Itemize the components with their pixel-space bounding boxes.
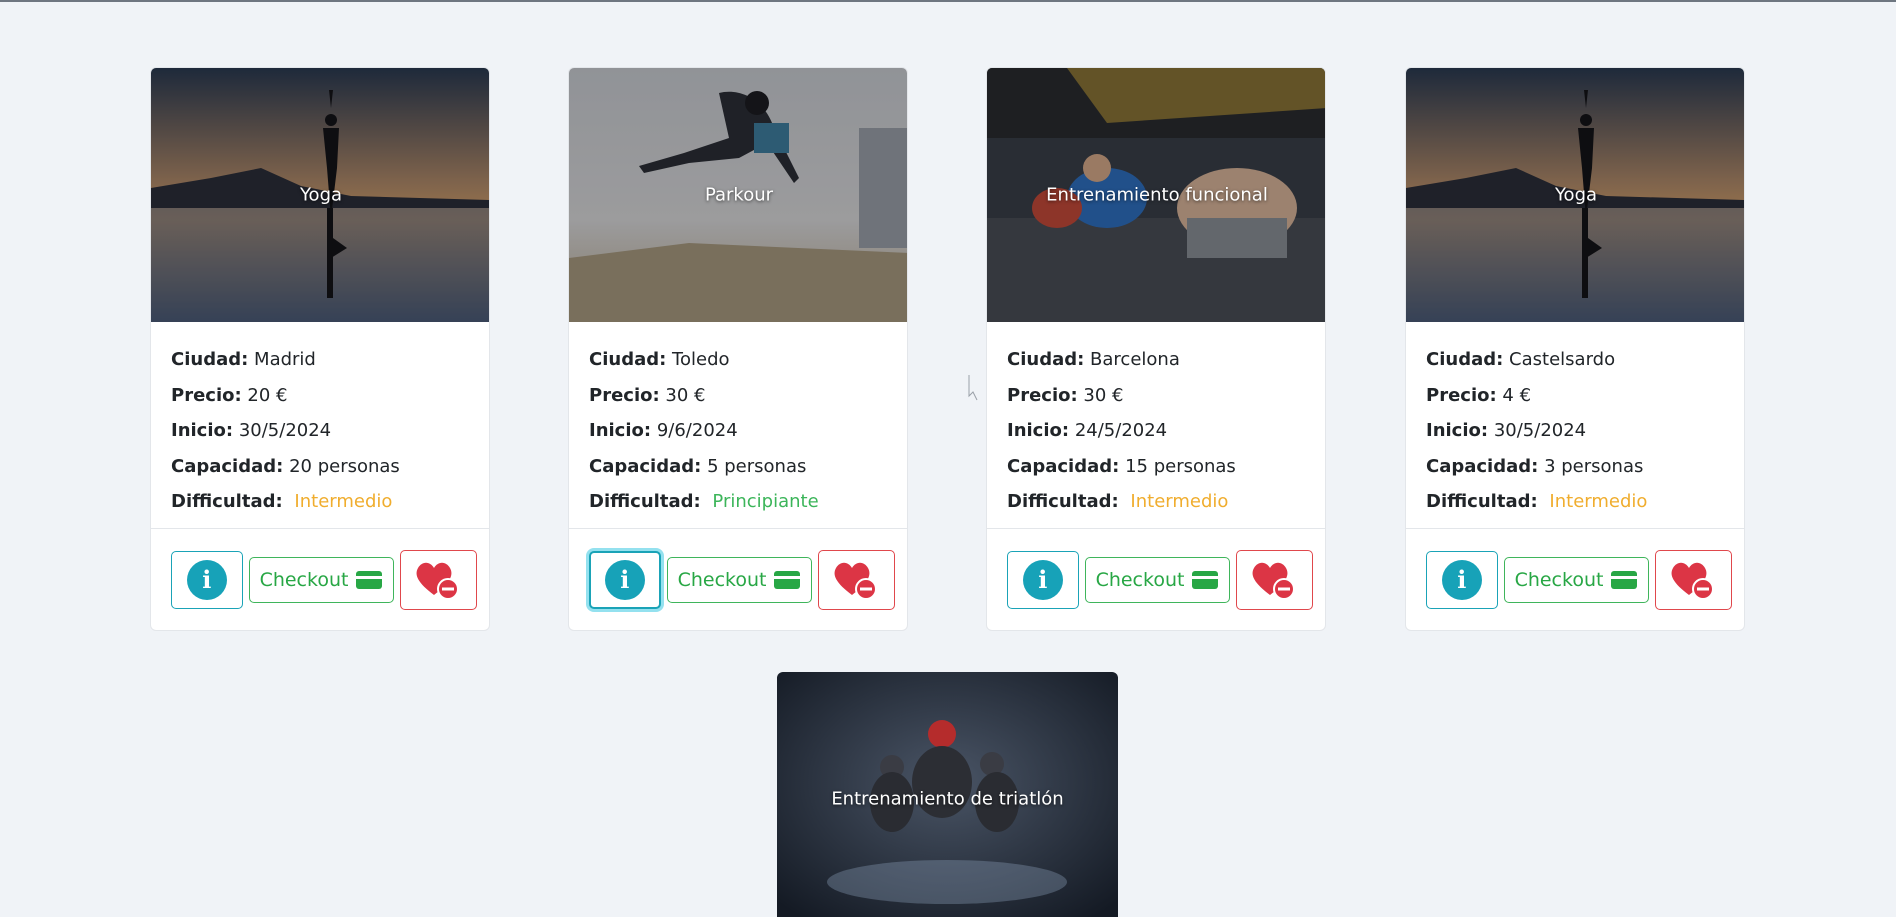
- info-button[interactable]: i: [171, 550, 243, 609]
- info-icon: i: [1022, 559, 1063, 600]
- detail-inicio: Inicio: 30/5/2024: [1426, 420, 1587, 441]
- checkout-label: Checkout: [1514, 568, 1604, 591]
- detail-precio: Precio: 30 €: [1007, 384, 1124, 406]
- detail-capacidad: Capacidad: 20 personas: [171, 455, 400, 477]
- activity-card-funcional-barcelona: Entrenamiento funcional Ciudad: Barcelon…: [986, 67, 1326, 631]
- card-title: Yoga: [1554, 184, 1598, 206]
- detail-precio: Precio: 30 €: [589, 384, 706, 406]
- activity-card-yoga-madrid: Yoga Ciudad: Madrid Precio: 20 € Inicio:…: [150, 67, 490, 631]
- card-title: Parkour: [704, 184, 774, 206]
- activity-card-yoga-castelsardo: Yoga Ciudad: Castelsardo Precio: 4 € Ini…: [1405, 67, 1745, 631]
- card-actions: i Checkout: [151, 529, 489, 630]
- info-icon: i: [604, 559, 645, 600]
- checkout-button[interactable]: Checkout: [1503, 556, 1649, 603]
- remove-favorite-button[interactable]: [817, 549, 895, 610]
- detail-inicio: Inicio: 9/6/2024: [589, 420, 738, 441]
- info-icon: i: [1441, 559, 1482, 600]
- detail-dificultad: Difficultad: Intermedio: [171, 491, 393, 512]
- info-button[interactable]: i: [589, 550, 661, 609]
- detail-capacidad: Capacidad: 15 personas: [1007, 455, 1236, 477]
- info-button[interactable]: i: [1426, 550, 1498, 609]
- remove-favorite-button[interactable]: [1235, 549, 1313, 610]
- detail-ciudad: Ciudad: Barcelona: [1007, 349, 1180, 370]
- detail-inicio: Inicio: 24/5/2024: [1007, 420, 1168, 441]
- detail-inicio: Inicio: 30/5/2024: [171, 420, 332, 441]
- card-title: Entrenamiento funcional: [1046, 184, 1268, 206]
- credit-card-icon: [1192, 570, 1219, 589]
- card-actions: i Checkout: [569, 529, 907, 630]
- detail-dificultad: Difficultad: Intermedio: [1426, 491, 1648, 512]
- card-image-yoga[interactable]: Yoga: [151, 68, 489, 322]
- credit-card-icon: [356, 570, 383, 589]
- card-image-parkour[interactable]: Parkour: [569, 68, 907, 322]
- remove-favorite-button[interactable]: [399, 549, 477, 610]
- checkout-label: Checkout: [259, 568, 349, 591]
- card-details: Ciudad: Toledo Precio: 30 € Inicio: 9/6/…: [569, 322, 907, 529]
- checkout-button[interactable]: Checkout: [1084, 556, 1230, 603]
- detail-ciudad: Ciudad: Madrid: [171, 349, 316, 370]
- heart-remove-icon: [1252, 562, 1296, 600]
- detail-dificultad: Difficultad: Principiante: [589, 491, 819, 512]
- heart-remove-icon: [416, 562, 460, 600]
- credit-card-icon: [774, 570, 801, 589]
- checkout-label: Checkout: [1095, 568, 1185, 591]
- info-icon: i: [186, 559, 227, 600]
- checkout-button[interactable]: Checkout: [666, 556, 812, 603]
- card-details: Ciudad: Madrid Precio: 20 € Inicio: 30/5…: [151, 322, 489, 529]
- info-button[interactable]: i: [1007, 550, 1079, 609]
- card-image-funcional[interactable]: Entrenamiento funcional: [987, 68, 1325, 322]
- checkout-label: Checkout: [677, 568, 767, 591]
- detail-precio: Precio: 4 €: [1426, 384, 1532, 406]
- card-actions: i Checkout: [1406, 529, 1744, 630]
- card-title: Yoga: [299, 184, 343, 206]
- detail-precio: Precio: 20 €: [171, 384, 288, 406]
- card-image-yoga[interactable]: Yoga: [1406, 68, 1744, 322]
- detail-capacidad: Capacidad: 5 personas: [589, 455, 807, 477]
- card-title: Entrenamiento de triatlón: [831, 788, 1064, 810]
- detail-capacidad: Capacidad: 3 personas: [1426, 455, 1644, 477]
- card-details: Ciudad: Castelsardo Precio: 4 € Inicio: …: [1406, 322, 1744, 529]
- mouse-cursor-icon: [968, 375, 978, 401]
- detail-dificultad: Difficultad: Intermedio: [1007, 491, 1229, 512]
- card-actions: i Checkout: [987, 529, 1325, 630]
- detail-ciudad: Ciudad: Castelsardo: [1426, 349, 1616, 370]
- heart-remove-icon: [834, 562, 878, 600]
- top-border: [0, 0, 1896, 2]
- activity-card-triatlon[interactable]: Entrenamiento de triatlón: [777, 672, 1118, 917]
- remove-favorite-button[interactable]: [1654, 549, 1732, 610]
- detail-ciudad: Ciudad: Toledo: [589, 349, 730, 370]
- credit-card-icon: [1611, 570, 1638, 589]
- heart-remove-icon: [1671, 562, 1715, 600]
- card-details: Ciudad: Barcelona Precio: 30 € Inicio: 2…: [987, 322, 1325, 529]
- activity-card-parkour-toledo: Parkour Ciudad: Toledo Precio: 30 € Inic…: [568, 67, 908, 631]
- checkout-button[interactable]: Checkout: [248, 556, 394, 603]
